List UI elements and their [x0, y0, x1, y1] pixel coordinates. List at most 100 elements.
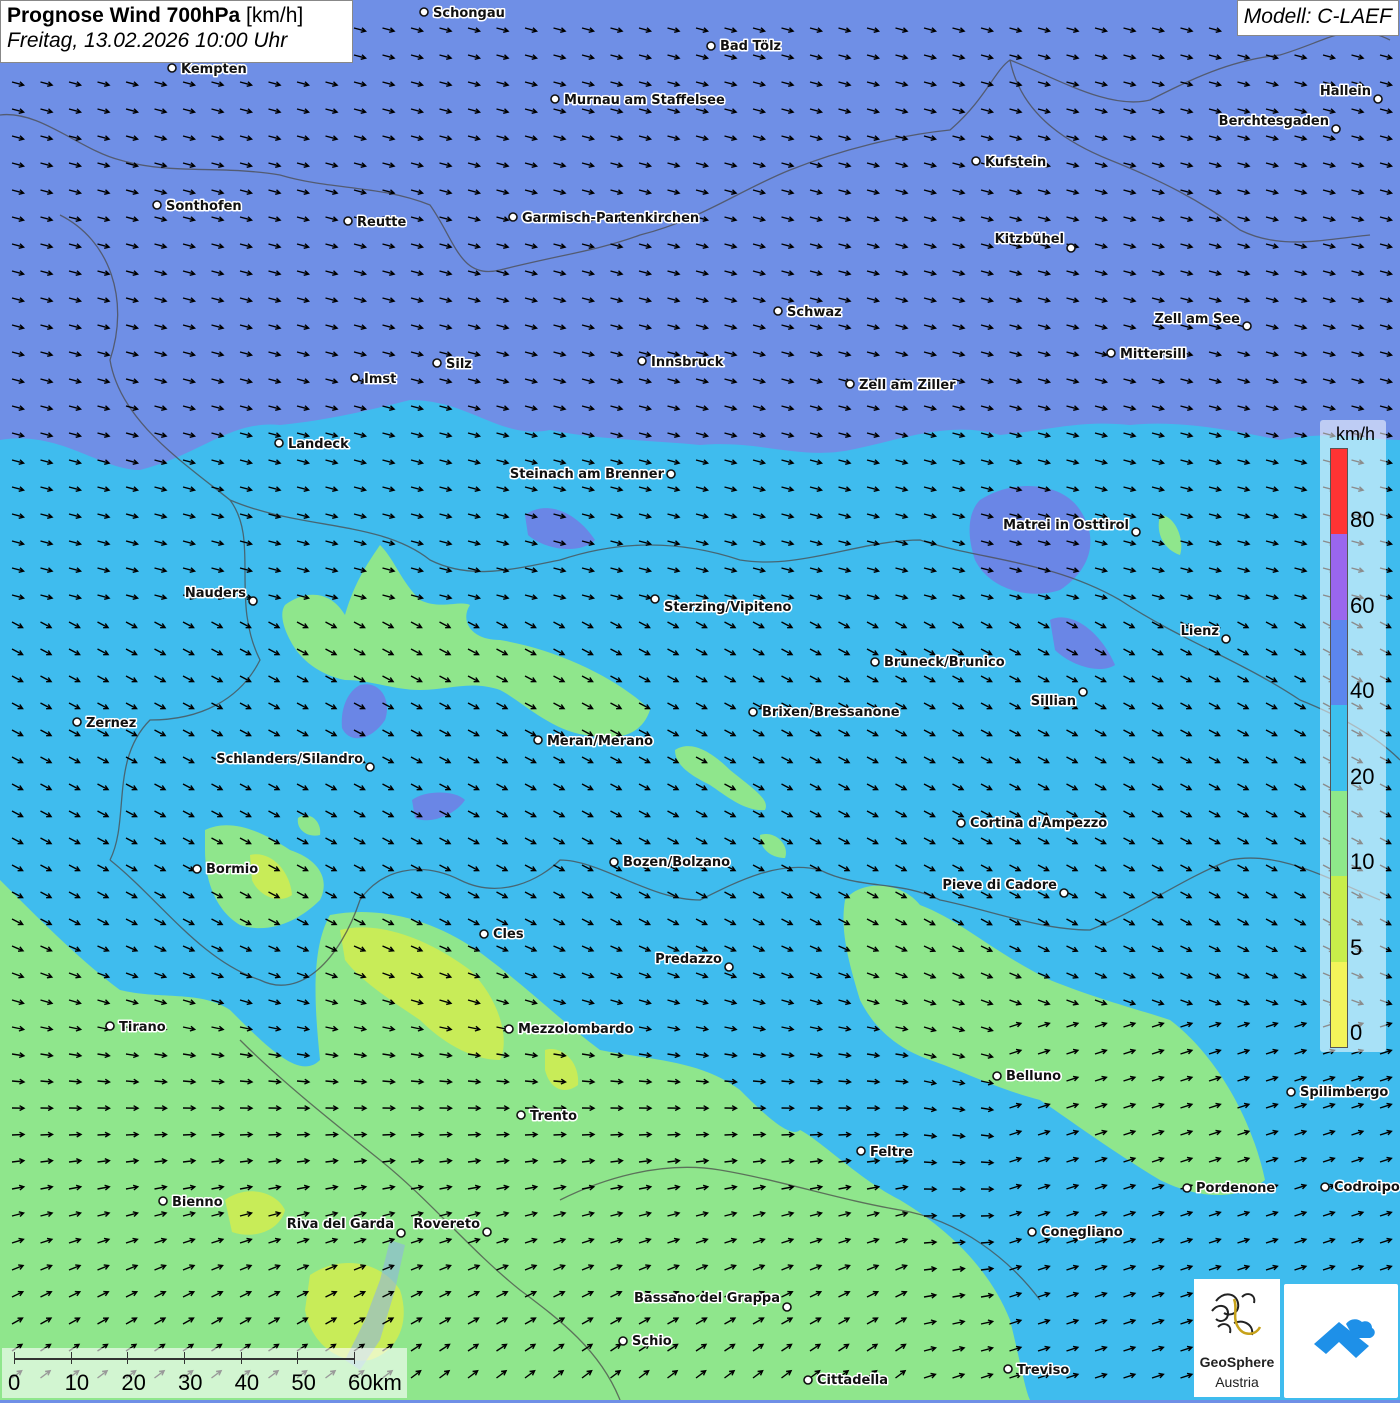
scale-label: 30 [178, 1370, 203, 1395]
legend-tick-label: 60 [1350, 592, 1375, 618]
city-label: Rovereto [413, 1217, 480, 1232]
city-dot [1106, 348, 1116, 358]
city-dot [609, 857, 619, 867]
legend-segment [1331, 961, 1347, 1047]
scale-tick [354, 1352, 355, 1364]
city-dot [550, 94, 560, 104]
city-marker[interactable]: Pordenone [1182, 1180, 1277, 1198]
city-label: Sillian [1031, 694, 1076, 709]
city-marker[interactable]: Brixen/Bressanone [748, 704, 901, 722]
city-label: Cles [493, 927, 524, 942]
city-label: Murnau am Staffelsee [564, 93, 725, 108]
city-marker[interactable]: Spilimbergo [1286, 1084, 1390, 1102]
city-dot [72, 717, 82, 727]
city-dot [1373, 94, 1383, 104]
city-label: Kitzbühel [995, 232, 1064, 247]
city-label: Landeck [288, 437, 349, 452]
city-label: Riva del Garda [287, 1217, 394, 1232]
city-label: Codroipo [1334, 1180, 1400, 1195]
city-dot [773, 306, 783, 316]
city-label: Treviso [1017, 1363, 1069, 1378]
city-dot [748, 707, 758, 717]
scale-label: 60km [348, 1370, 402, 1395]
app-logo-icon [1314, 1319, 1375, 1358]
legend-tick-label: 5 [1350, 934, 1363, 960]
city-label: Zell am Ziller [859, 378, 956, 393]
city-dot [343, 216, 353, 226]
scale-tick [14, 1352, 15, 1364]
city-label: Schwaz [787, 305, 842, 320]
city-dot [1066, 243, 1076, 253]
scale-tick [70, 1352, 72, 1364]
city-marker[interactable]: Bruneck/Brunico [870, 654, 1006, 672]
city-label: Hallein [1320, 84, 1371, 99]
color-legend: km/h 0 5 10 20 40 60 80 [1320, 420, 1386, 1052]
city-marker[interactable]: Bozen/Bolzano [609, 854, 732, 872]
city-marker[interactable]: Mezzolombardo [504, 1021, 635, 1039]
city-dot [504, 1024, 514, 1034]
city-marker[interactable]: Sonthofen [152, 198, 243, 216]
city-dot [508, 212, 518, 222]
city-dot [248, 596, 258, 606]
title-box: Prognose Wind 700hPa [km/h] Freitag, 13.… [0, 0, 353, 63]
city-label: Kufstein [985, 155, 1046, 170]
city-label: Belluno [1006, 1069, 1061, 1084]
city-dot [782, 1302, 792, 1312]
legend-tick-label: 40 [1350, 678, 1375, 704]
legend-segment [1331, 790, 1347, 877]
legend-tick-label: 20 [1350, 763, 1375, 789]
city-label: Feltre [870, 1145, 913, 1160]
app-logo[interactable] [1284, 1284, 1398, 1398]
city-label: Berchtesgaden [1219, 114, 1329, 129]
city-label: Mittersill [1120, 347, 1186, 362]
scale-bar: 0 10 20 30 40 50 60km [2, 1348, 407, 1398]
city-marker[interactable]: Murnau am Staffelsee [550, 92, 726, 110]
city-dot [1059, 888, 1069, 898]
city-dot [105, 1021, 115, 1031]
scale-tick [240, 1352, 242, 1364]
city-marker[interactable]: Meran/Merano [533, 733, 655, 751]
city-dot [856, 1146, 866, 1156]
city-dot [1221, 634, 1231, 644]
city-dot [1027, 1227, 1037, 1237]
city-label: Zernez [86, 716, 136, 731]
city-marker[interactable]: Cittadella [803, 1372, 890, 1390]
city-dot [167, 63, 177, 73]
city-dot [724, 962, 734, 972]
scale-label: 50 [291, 1370, 316, 1395]
city-dot [152, 200, 162, 210]
city-label: Silz [446, 357, 472, 372]
city-dot [482, 1227, 492, 1237]
city-dot [479, 929, 489, 939]
city-dot [516, 1110, 526, 1120]
legend-tick-label: 80 [1350, 507, 1375, 533]
title-bold: Prognose Wind 700hPa [7, 4, 241, 27]
city-label: Zell am See [1154, 312, 1240, 327]
city-label: Lienz [1181, 624, 1219, 639]
city-dot [971, 156, 981, 166]
city-marker[interactable]: Schongau [419, 5, 506, 23]
city-dot [1078, 687, 1088, 697]
city-label: Reutte [357, 215, 407, 230]
city-marker[interactable]: Conegliano [1027, 1224, 1124, 1242]
city-label: Kempten [181, 62, 247, 77]
city-label: Innsbruck [651, 355, 724, 370]
city-label: Bienno [172, 1195, 223, 1210]
city-label: Matrei in Osttirol [1003, 518, 1129, 533]
wind-map[interactable]: Schongau Bad Tölz Kempten Murnau am Staffel… [0, 0, 1400, 1400]
city-dot [650, 594, 660, 604]
map-title: Prognose Wind 700hPa [km/h] [7, 4, 346, 28]
city-dot [1131, 527, 1141, 537]
city-marker[interactable]: Steinach am Brenner [508, 466, 676, 484]
city-dot [419, 7, 429, 17]
city-marker[interactable]: Zell am Ziller [845, 377, 958, 395]
city-marker[interactable]: Innsbruck [637, 354, 725, 372]
scale-label: 20 [121, 1370, 146, 1395]
city-marker[interactable]: Cortina d'Ampezzo [956, 815, 1109, 833]
city-dot [870, 657, 880, 667]
city-label: Steinach am Brenner [510, 467, 665, 482]
geosphere-logo[interactable]: GeoSphere Austria [1194, 1279, 1280, 1397]
legend-tick-label: 0 [1350, 1020, 1363, 1045]
city-marker[interactable]: Garmisch-Partenkirchen [508, 210, 701, 228]
city-dot [956, 818, 966, 828]
